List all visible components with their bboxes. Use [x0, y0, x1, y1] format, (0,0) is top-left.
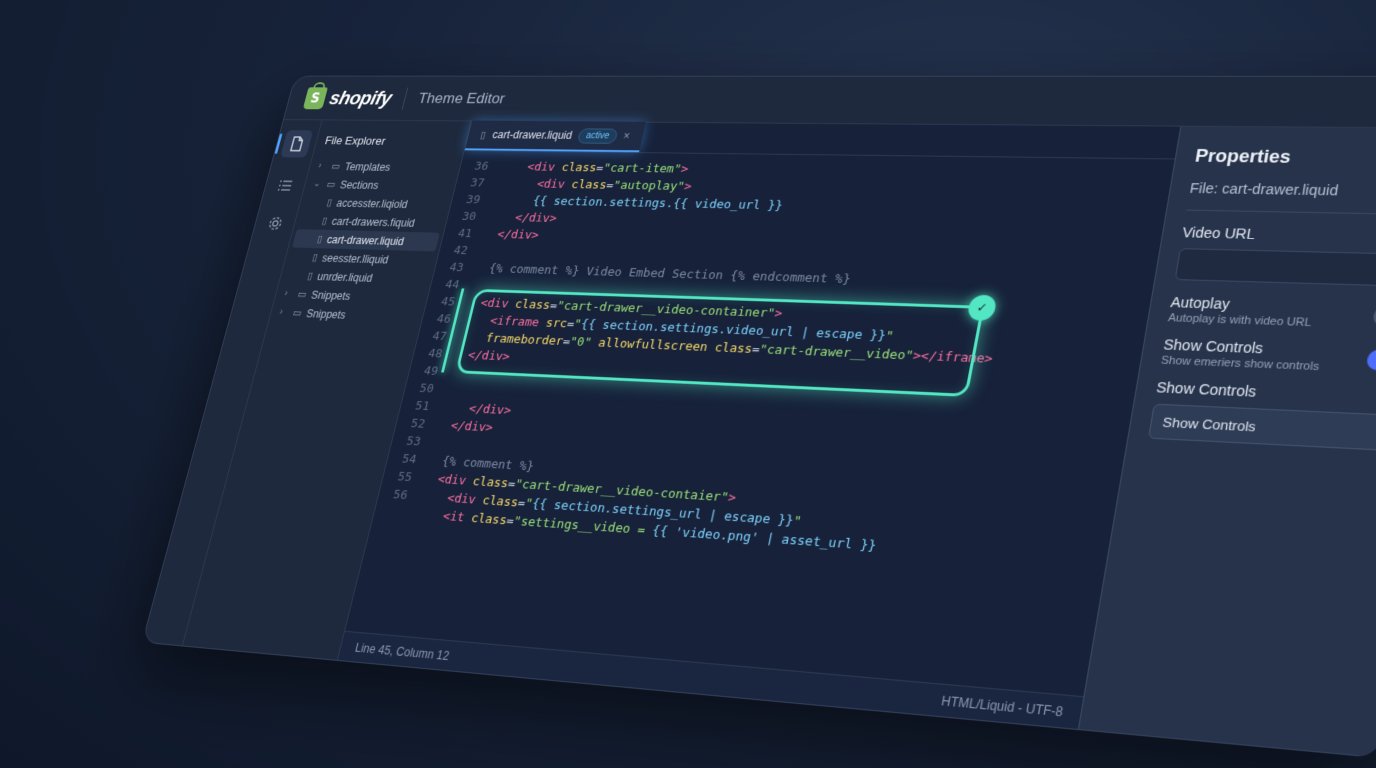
line-number	[375, 512, 415, 515]
properties-file: File: cart-drawer.liquid	[1186, 180, 1376, 215]
chevron-down-icon: ⌄	[312, 179, 323, 189]
line-source: </div>	[486, 211, 558, 226]
title-actions	[1372, 91, 1376, 113]
tree-folder-templates[interactable]: › ▭ Templates	[316, 157, 453, 177]
line-number: 30	[447, 210, 490, 224]
properties-title: Properties	[1194, 146, 1376, 170]
tab-cart-drawer[interactable]: ▯ cart-drawer.liquid active ×	[465, 121, 646, 153]
line-number: 42	[438, 244, 481, 259]
chevron-right-icon: ›	[283, 289, 294, 299]
list-icon[interactable]	[274, 176, 297, 195]
explorer-title: File Explorer	[324, 134, 460, 148]
tree-label: unrder.liquid	[316, 270, 374, 284]
show-controls-select[interactable]: Show Controls ⇕	[1148, 404, 1376, 452]
tree-label: cart-drawers.fiquid	[331, 215, 417, 229]
brand-name: shopify	[327, 87, 394, 109]
code-area[interactable]: ✓ 36 <div class="cart-item"> 37 <div clas…	[372, 151, 1174, 573]
select-value: Show Controls	[1162, 414, 1257, 434]
show-controls-select-label: Show Controls	[1155, 379, 1376, 407]
tree-label: accesster.liqiold	[335, 197, 409, 211]
file-icon: ▯	[306, 270, 314, 282]
file-icon: ▯	[321, 215, 329, 226]
folder-icon: ▭	[296, 288, 308, 300]
title-divider	[402, 87, 409, 109]
line-source: <div class="cart-item">	[499, 160, 690, 176]
tree-label: Snippets	[305, 307, 347, 321]
line-number: 37	[455, 176, 498, 190]
language-encoding[interactable]: HTML/Liquid - UTF-8	[940, 693, 1064, 719]
line-source: </div>	[435, 418, 494, 435]
autoplay-label: Autoplay	[1170, 294, 1316, 315]
line-number: 56	[377, 487, 421, 504]
shopify-logo[interactable]: S shopify	[303, 87, 394, 109]
line-number: 36	[459, 160, 502, 174]
file-icon: ▯	[325, 197, 333, 208]
line-number: 44	[430, 278, 473, 293]
close-icon[interactable]: ×	[622, 130, 631, 143]
file-icon[interactable]	[280, 130, 313, 157]
tree-folder-snippets[interactable]: › ▭ Snippets	[277, 303, 416, 327]
autoplay-toggle[interactable]	[1372, 305, 1376, 327]
line-number: 51	[399, 398, 443, 414]
line-source: <div class="autoplay">	[495, 177, 693, 194]
line-source: </div>	[453, 348, 512, 364]
tree-label: Snippets	[310, 288, 352, 302]
stage: S shopify Theme Editor File Explorer › ▭…	[0, 0, 1376, 768]
code-editor: ▯ cart-drawer.liquid active × ✓ 36 <div …	[338, 121, 1180, 729]
theme-editor-window: S shopify Theme Editor File Explorer › ▭…	[142, 76, 1376, 758]
folder-icon: ▭	[325, 179, 336, 190]
line-source: </div>	[440, 401, 513, 419]
line-number: 39	[451, 193, 494, 207]
chevron-right-icon: ›	[317, 161, 328, 171]
file-icon: ▯	[479, 129, 487, 140]
video-url-input[interactable]	[1175, 248, 1376, 287]
line-source: </div>	[482, 228, 540, 243]
line-number: 41	[442, 227, 485, 241]
folder-icon: ▭	[291, 307, 303, 319]
cursor-position[interactable]: Line 45, Column 12	[354, 640, 451, 662]
line-number: 50	[404, 381, 448, 397]
tree-label: seesster.lliquid	[321, 251, 390, 265]
tree-label: Templates	[343, 160, 391, 173]
file-icon: ▯	[316, 233, 324, 244]
line-number: 54	[386, 451, 430, 467]
line-number: 55	[382, 469, 426, 486]
line-number: 52	[395, 416, 439, 432]
line-number: 53	[391, 434, 435, 450]
autoplay-hint: Autoplay is with video URL	[1167, 312, 1312, 329]
autoplay-row: Autoplay Autoplay is with video URL	[1167, 294, 1376, 333]
file-icon: ▯	[311, 252, 319, 264]
show-controls-row: Show Controls Show emeriers show control…	[1160, 336, 1376, 377]
line-number: 43	[434, 260, 477, 275]
gear-icon[interactable]	[263, 214, 286, 233]
show-controls-toggle[interactable]	[1366, 349, 1376, 372]
preview-icon[interactable]	[1372, 91, 1376, 113]
tree-label: Sections	[339, 178, 380, 191]
video-url-label: Video URL	[1181, 224, 1376, 246]
tab-label: cart-drawer.liquid	[491, 129, 573, 142]
active-badge: active	[577, 128, 618, 143]
shopify-bag-icon: S	[303, 87, 328, 109]
folder-icon: ▭	[330, 161, 341, 172]
chevron-right-icon: ›	[278, 307, 289, 317]
app-title: Theme Editor	[416, 90, 507, 108]
tree-label: cart-drawer.liquid	[326, 233, 406, 247]
